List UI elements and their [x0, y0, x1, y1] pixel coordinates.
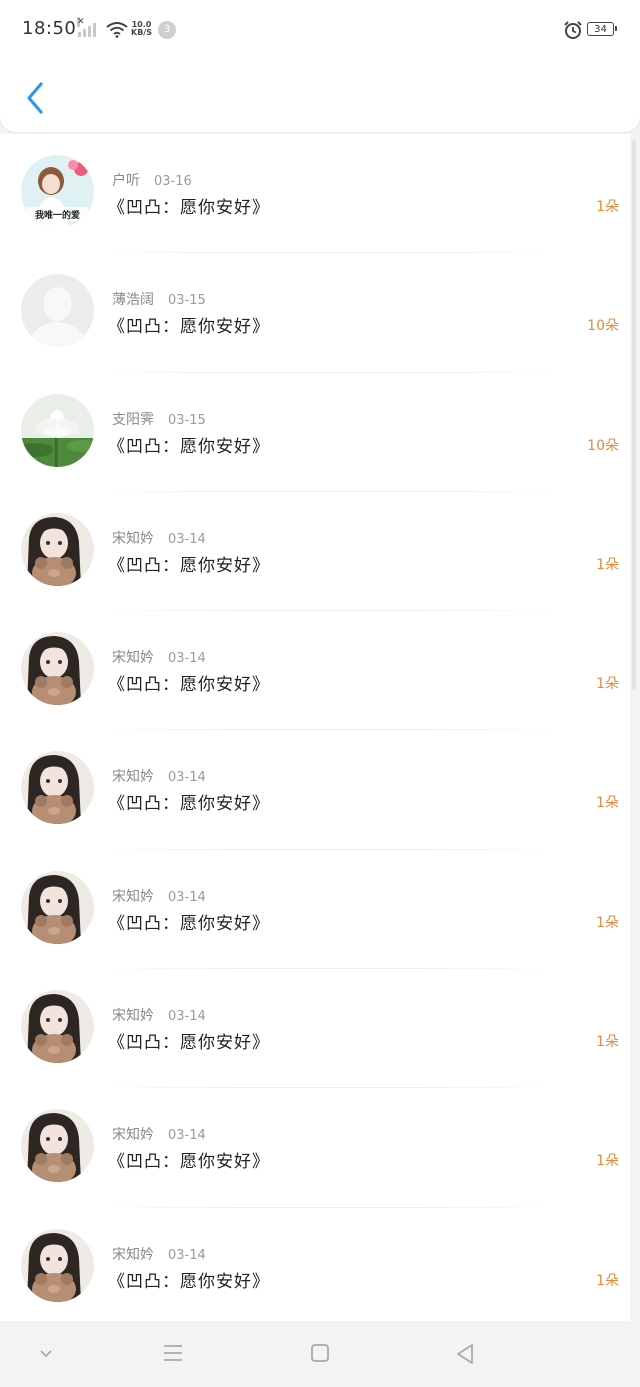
item-title: 《凹凸：愿你安好》 — [108, 436, 270, 457]
notification-badge: 3 — [158, 21, 176, 39]
avatar[interactable] — [21, 274, 94, 348]
item-meta: 宋知妗 03-14 — [112, 1124, 206, 1144]
list-item[interactable]: 宋知妗 03-14 《凹凸：愿你安好》 1朵 — [0, 611, 630, 731]
gift-count: 1朵 — [596, 795, 619, 812]
gift-count: 10朵 — [587, 318, 619, 335]
avatar[interactable] — [21, 632, 94, 706]
item-meta: 宋知妗 03-14 — [112, 766, 206, 786]
avatar[interactable] — [21, 751, 94, 825]
item-meta: 宋知妗 03-14 — [112, 647, 206, 667]
list-item[interactable]: 宋知妗 03-14 《凹凸：愿你安好》 1朵 — [0, 969, 630, 1089]
list-item[interactable]: 薄浩阔 03-15 《凹凸：愿你安好》 10朵 — [0, 253, 630, 373]
item-title: 《凹凸：愿你安好》 — [108, 913, 270, 934]
item-date: 03-14 — [168, 1009, 206, 1025]
item-meta: 宋知妗 03-14 — [112, 1005, 206, 1025]
chevron-down-icon[interactable] — [38, 1348, 54, 1360]
list-item[interactable]: 宋知妗 03-14 《凹凸：愿你安好》 1朵 — [0, 1208, 630, 1321]
avatar[interactable] — [21, 870, 94, 944]
item-date: 03-14 — [168, 770, 206, 786]
item-meta: 支阳霁 03-15 — [112, 409, 206, 429]
user-name: 宋知妗 — [112, 650, 154, 667]
status-bar: 18:50 ✕ 10.0 KB/S 3 34 — [0, 0, 640, 62]
user-name: 宋知妗 — [112, 1127, 154, 1144]
wifi-icon — [106, 22, 128, 38]
net-speed-unit: KB/S — [131, 28, 152, 37]
user-name: 宋知妗 — [112, 1008, 154, 1025]
back-triangle-icon[interactable] — [454, 1343, 476, 1365]
gift-list[interactable]: 我唯一的爱 户听 03-16 《凹凸：愿你安好》 1朵 薄浩阔 03-15 《凹凸：愿你安好》… — [0, 134, 630, 1321]
item-title: 《凹凸：愿你安好》 — [108, 555, 270, 576]
user-name: 宋知妗 — [112, 530, 154, 547]
signal-icon: ✕ — [77, 17, 96, 37]
net-speed: 10.0 KB/S — [131, 21, 152, 37]
list-item[interactable]: 宋知妗 03-14 《凹凸：愿你安好》 1朵 — [0, 730, 630, 850]
item-meta: 宋知妗 03-14 — [112, 886, 206, 906]
item-meta: 宋知妗 03-14 — [112, 1244, 206, 1264]
item-title: 《凹凸：愿你安好》 — [108, 317, 270, 338]
list-item[interactable]: 宋知妗 03-14 《凹凸：愿你安好》 1朵 — [0, 850, 630, 970]
gift-count: 1朵 — [596, 556, 619, 573]
system-nav-bar — [0, 1321, 640, 1387]
avatar-caption: 我唯一的爱 — [35, 209, 80, 221]
avatar[interactable] — [21, 1109, 94, 1183]
item-date: 03-14 — [168, 651, 206, 667]
list-item[interactable]: 我唯一的爱 户听 03-16 《凹凸：愿你安好》 1朵 — [0, 134, 630, 254]
chevron-left-icon[interactable] — [22, 80, 48, 116]
home-square-icon[interactable] — [310, 1343, 330, 1363]
list-item[interactable]: 宋知妗 03-14 《凹凸：愿你安好》 1朵 — [0, 492, 630, 612]
user-name: 薄浩阔 — [112, 292, 154, 309]
menu-icon[interactable] — [162, 1343, 184, 1363]
user-name: 支阳霁 — [112, 411, 154, 428]
user-name: 宋知妗 — [112, 769, 154, 786]
item-title: 《凹凸：愿你安好》 — [108, 198, 270, 218]
avatar[interactable]: 我唯一的爱 — [21, 155, 94, 228]
item-date: 03-14 — [168, 1128, 206, 1144]
gift-count: 1朵 — [596, 199, 619, 215]
item-date: 03-15 — [168, 412, 206, 428]
item-date: 03-14 — [168, 1247, 206, 1263]
gift-count: 10朵 — [587, 437, 619, 454]
item-meta: 薄浩阔 03-15 — [112, 289, 206, 309]
gift-count: 1朵 — [596, 1034, 619, 1051]
top-bar: 18:50 ✕ 10.0 KB/S 3 34 — [0, 0, 640, 132]
list-item[interactable]: 宋知妗 03-14 《凹凸：愿你安好》 1朵 — [0, 1088, 630, 1208]
battery-indicator: 34 — [587, 22, 617, 36]
status-time: 18:50 — [22, 18, 77, 39]
item-title: 《凹凸：愿你安好》 — [108, 675, 270, 696]
list-item[interactable]: 支阳霁 03-15 《凹凸：愿你安好》 10朵 — [0, 373, 630, 492]
item-date: 03-16 — [154, 174, 192, 189]
avatar[interactable] — [21, 990, 94, 1064]
avatar[interactable] — [21, 393, 94, 467]
item-meta: 户听 03-16 — [112, 170, 192, 190]
item-meta: 宋知妗 03-14 — [112, 528, 206, 548]
avatar[interactable] — [21, 1228, 94, 1302]
item-title: 《凹凸：愿你安好》 — [108, 1152, 270, 1173]
avatar[interactable] — [21, 512, 94, 586]
item-title: 《凹凸：愿你安好》 — [108, 1271, 270, 1292]
gift-count: 1朵 — [596, 676, 619, 693]
gift-count: 1朵 — [596, 914, 619, 931]
item-date: 03-15 — [168, 293, 206, 309]
alarm-icon — [564, 21, 582, 39]
item-title: 《凹凸：愿你安好》 — [108, 1033, 270, 1054]
scrollbar[interactable] — [632, 140, 636, 690]
gift-count: 1朵 — [596, 1153, 619, 1170]
gift-count: 1朵 — [596, 1272, 619, 1289]
item-date: 03-14 — [168, 531, 206, 547]
user-name: 宋知妗 — [112, 1246, 154, 1263]
item-date: 03-14 — [168, 889, 206, 905]
item-title: 《凹凸：愿你安好》 — [108, 794, 270, 815]
user-name: 户听 — [112, 173, 140, 189]
user-name: 宋知妗 — [112, 888, 154, 905]
